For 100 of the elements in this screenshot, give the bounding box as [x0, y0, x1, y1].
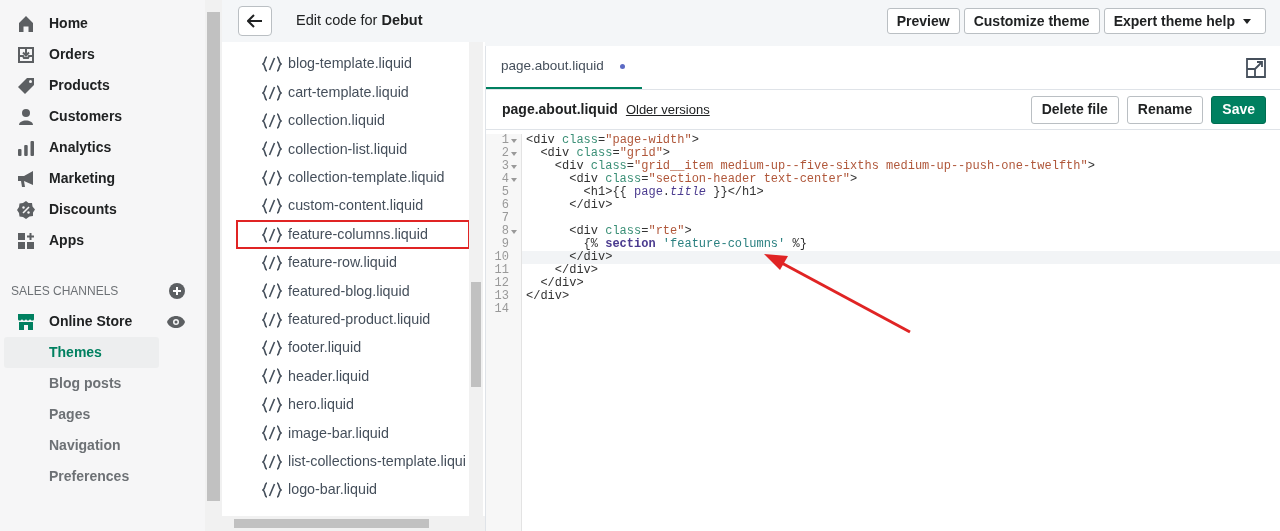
back-arrow-icon	[247, 14, 263, 28]
file-item[interactable]: featured-product.liquid	[236, 305, 470, 334]
code-icon	[262, 340, 282, 357]
nav-subitem[interactable]: Preferences	[4, 461, 159, 492]
line-number: 12	[494, 277, 509, 290]
apps-icon	[16, 230, 36, 251]
nav-item[interactable]: Products	[49, 75, 110, 96]
caret-icon	[1243, 18, 1251, 24]
nav-item[interactable]: Analytics	[49, 137, 112, 158]
header-button[interactable]: Preview	[886, 8, 960, 34]
file-button[interactable]: Delete file	[1030, 95, 1119, 124]
code-icon	[262, 56, 282, 73]
file-item[interactable]: feature-columns.liquid	[236, 220, 470, 249]
line-number: 9	[501, 238, 509, 251]
line-number: 4	[501, 173, 509, 186]
file-item[interactable]: list-collections-template.liqui	[236, 447, 470, 476]
editor-tab[interactable]: page.about.liquid	[486, 46, 642, 89]
code-icon	[262, 425, 282, 442]
nav-item[interactable]: Online Store	[49, 311, 154, 332]
fold-icon[interactable]	[510, 177, 517, 182]
code-icon	[262, 482, 282, 499]
eye-icon[interactable]	[167, 315, 185, 328]
file-item[interactable]: blog-template.liquid	[236, 50, 470, 79]
code-line: </div>	[539, 276, 584, 290]
save-button[interactable]: Save	[1211, 95, 1266, 124]
code-line: <div class="page-width">	[526, 133, 699, 147]
nav-item[interactable]: Orders	[49, 44, 95, 65]
nav-item[interactable]: Home	[49, 13, 88, 34]
file-item[interactable]: collection-list.liquid	[236, 135, 470, 164]
file-item[interactable]: header.liquid	[236, 362, 470, 391]
line-number: 14	[494, 303, 509, 316]
header-button[interactable]: Customize theme	[963, 8, 1100, 34]
nav-subitem[interactable]: Blog posts	[4, 368, 159, 399]
code-icon	[262, 198, 282, 215]
code-icon	[262, 283, 282, 300]
add-icon[interactable]	[169, 282, 185, 299]
nav-item[interactable]: Apps	[49, 230, 84, 251]
file-item[interactable]: footer.liquid	[236, 333, 470, 363]
nav-item[interactable]: Marketing	[49, 168, 116, 189]
line-number: 2	[501, 147, 509, 160]
line-number: 11	[494, 264, 509, 277]
code-line: </div>	[553, 263, 598, 277]
line-number: 7	[501, 212, 509, 225]
badge-icon	[16, 199, 36, 220]
dropdown-button[interactable]: Expert theme help	[1103, 8, 1266, 34]
tag-icon	[16, 75, 36, 96]
fold-icon[interactable]	[510, 164, 517, 169]
nav-item[interactable]: Discounts	[49, 199, 117, 220]
fold-icon[interactable]	[510, 138, 517, 143]
file-button[interactable]: Rename	[1126, 95, 1204, 124]
file-item[interactable]: logo-bar.liquid	[236, 475, 470, 505]
back-button[interactable]	[238, 6, 272, 36]
code-line: <div class="section-header text-center">	[568, 172, 858, 186]
nav-subitem[interactable]: Navigation	[4, 430, 159, 461]
file-item[interactable]: custom-content.liquid	[236, 191, 470, 221]
code-line: {% section 'feature-columns' %}	[582, 237, 807, 251]
scrollbar[interactable]	[205, 0, 222, 531]
line-number: 10	[494, 251, 509, 264]
file-item[interactable]: hero.liquid	[236, 390, 470, 420]
code-icon	[262, 254, 282, 271]
file-item[interactable]: feature-row.liquid	[236, 248, 470, 278]
line-number: 1	[501, 134, 509, 147]
file-item[interactable]: cart-template.liquid	[236, 78, 470, 107]
page-title: Edit code for Debut	[296, 11, 424, 31]
person-icon	[16, 106, 36, 127]
file-item[interactable]: featured-blog.liquid	[236, 277, 470, 306]
code-line: <div class="grid">	[539, 146, 671, 160]
code-line: </div>	[526, 289, 570, 303]
expand-icon[interactable]	[1246, 57, 1266, 78]
inbox-icon	[16, 44, 36, 65]
nav-subitem[interactable]: Themes	[4, 337, 159, 368]
fold-icon[interactable]	[510, 151, 517, 156]
file-name: page.about.liquid	[502, 100, 618, 119]
code-line: </div>	[568, 250, 613, 264]
line-number: 3	[501, 160, 509, 173]
line-number: 8	[501, 225, 509, 238]
fold-icon[interactable]	[510, 229, 517, 234]
code-icon	[262, 368, 282, 385]
line-number: 5	[501, 186, 509, 199]
code-icon	[262, 84, 282, 101]
code-icon	[262, 396, 282, 413]
file-item[interactable]: collection-template.liquid	[236, 163, 470, 192]
code-line: </div>	[568, 198, 613, 212]
scrollbar[interactable]	[469, 42, 483, 516]
scrollbar[interactable]	[222, 516, 485, 531]
line-number: 13	[494, 290, 509, 303]
code-line: <h1>{{ page.title }}</h1>	[582, 185, 764, 199]
store-icon	[16, 311, 36, 332]
file-item[interactable]: image-bar.liquid	[236, 419, 470, 448]
code-icon	[262, 453, 282, 470]
code-line: <div class="rte">	[568, 224, 692, 238]
code-icon	[262, 226, 282, 243]
megaphone-icon	[16, 168, 36, 189]
file-item[interactable]: collection.liquid	[236, 106, 470, 136]
nav-item[interactable]: Customers	[49, 106, 123, 127]
code-icon	[262, 141, 282, 158]
home-icon	[16, 13, 36, 34]
older-versions-link[interactable]: Older versions	[625, 99, 1031, 120]
code-line: <div class="grid__item medium-up--five-sixths medium-up--push-one-twelfth">	[553, 159, 1095, 173]
nav-subitem[interactable]: Pages	[4, 399, 159, 430]
